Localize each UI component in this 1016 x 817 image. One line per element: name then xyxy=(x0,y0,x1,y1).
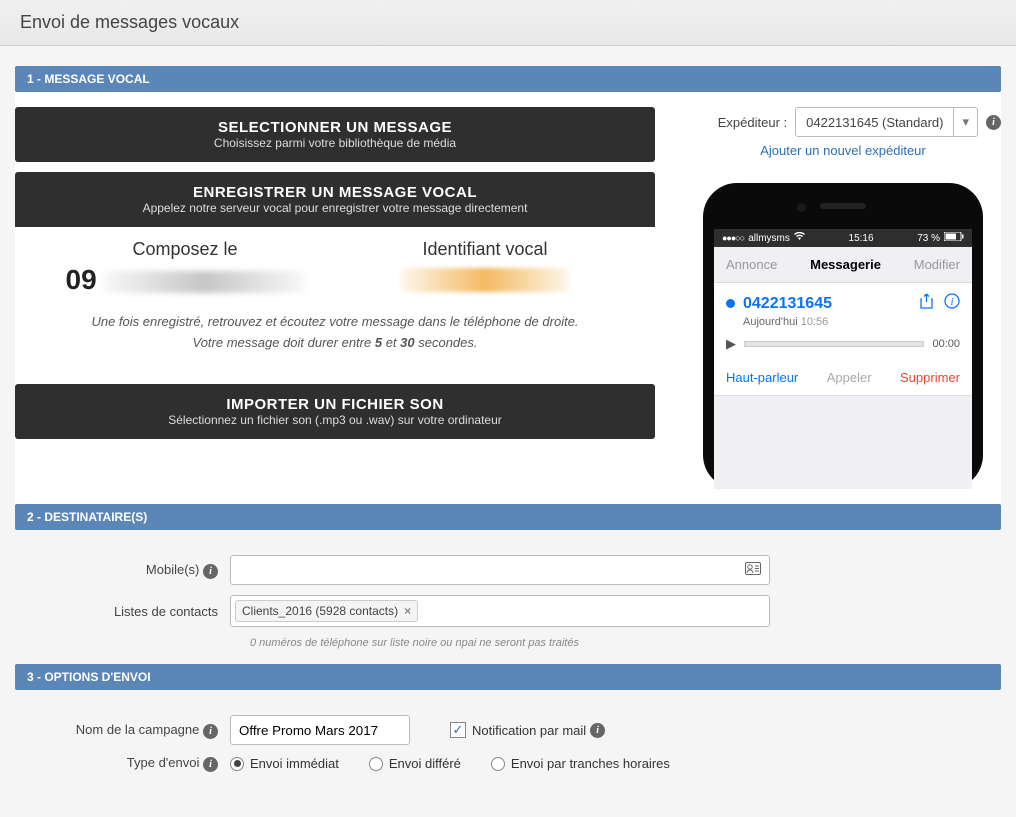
sender-select[interactable]: 0422131645 (Standard) ▾ xyxy=(795,107,978,137)
tab-modifier[interactable]: Modifier xyxy=(914,257,960,272)
info-icon[interactable]: i xyxy=(590,723,605,738)
unread-dot-icon xyxy=(726,299,735,308)
carrier-name: allmysms xyxy=(748,233,790,244)
voicemail-time: 10:56 xyxy=(801,316,829,328)
info-icon[interactable]: i xyxy=(203,757,218,772)
section-1-header: 1 - MESSAGE VOCAL xyxy=(15,66,1001,92)
mobiles-input-wrap xyxy=(230,555,770,585)
info-icon[interactable]: i xyxy=(986,115,1001,130)
section-2-header: 2 - DESTINATAIRE(S) xyxy=(15,504,1001,530)
mobiles-label: Mobile(s) xyxy=(146,562,199,577)
campaign-label: Nom de la campagne xyxy=(76,722,200,737)
add-sender-link[interactable]: Ajouter un nouvel expéditeur xyxy=(685,143,1001,158)
record-note: Une fois enregistré, retrouvez et écoute… xyxy=(15,312,655,354)
lists-label: Listes de contacts xyxy=(114,604,218,619)
record-message-sub: Appelez notre serveur vocal pour enregis… xyxy=(27,201,643,215)
tab-annonce[interactable]: Annonce xyxy=(726,257,777,272)
campaign-name-input[interactable] xyxy=(230,715,410,745)
phone-mockup: ●●●○○ allmysms 15:16 73 % xyxy=(703,183,983,489)
speaker-button[interactable]: Haut-parleur xyxy=(726,370,798,385)
wifi-icon xyxy=(794,232,805,244)
share-icon[interactable] xyxy=(919,293,934,314)
voicemail-actions: Haut-parleur Appeler Supprimer xyxy=(714,360,972,396)
phone-nav: Annonce Messagerie Modifier xyxy=(714,247,972,283)
progress-bar[interactable] xyxy=(744,341,924,347)
redacted-number xyxy=(104,271,304,293)
sender-label: Expéditeur : xyxy=(718,115,787,130)
record-message-header: ENREGISTRER UN MESSAGE VOCAL Appelez not… xyxy=(15,172,655,227)
record-panel: ENREGISTRER UN MESSAGE VOCAL Appelez not… xyxy=(15,172,655,374)
contact-lists-input[interactable]: Clients_2016 (5928 contacts) × xyxy=(230,595,770,627)
radio-icon xyxy=(369,757,383,771)
battery-percent: 73 % xyxy=(917,233,940,244)
send-type-label: Type d'envoi xyxy=(127,755,200,770)
page-title: Envoi de messages vocaux xyxy=(20,12,996,33)
import-sound-title: IMPORTER UN FICHIER SON xyxy=(27,396,643,413)
radio-delayed[interactable]: Envoi différé xyxy=(369,756,461,771)
info-circle-icon[interactable]: i xyxy=(944,293,960,314)
sender-value: 0422131645 (Standard) xyxy=(796,115,953,130)
import-sound-button[interactable]: IMPORTER UN FICHIER SON Sélectionnez un … xyxy=(15,384,655,439)
select-message-button[interactable]: SELECTIONNER UN MESSAGE Choisissez parmi… xyxy=(15,107,655,162)
svg-text:i: i xyxy=(950,296,953,308)
select-message-sub: Choisissez parmi votre bibliothèque de m… xyxy=(27,136,643,150)
radio-immediate[interactable]: Envoi immédiat xyxy=(230,756,339,771)
info-icon[interactable]: i xyxy=(203,564,218,579)
chip-label: Clients_2016 (5928 contacts) xyxy=(242,604,398,618)
delete-button[interactable]: Supprimer xyxy=(900,370,960,385)
phone-statusbar: ●●●○○ allmysms 15:16 73 % xyxy=(714,229,972,247)
play-icon[interactable]: ▶ xyxy=(726,336,736,352)
radio-icon xyxy=(491,757,505,771)
section-3-header: 3 - OPTIONS D'ENVOI xyxy=(15,664,1001,690)
redacted-vocal-id xyxy=(400,268,570,292)
vocal-id-label: Identifiant vocal xyxy=(335,239,635,260)
page-header: Envoi de messages vocaux xyxy=(0,0,1016,46)
notification-checkbox[interactable]: ✓ xyxy=(450,722,466,738)
tab-messagerie[interactable]: Messagerie xyxy=(810,257,881,272)
voicemail-item[interactable]: 0422131645 i xyxy=(714,283,972,360)
select-message-title: SELECTIONNER UN MESSAGE xyxy=(27,119,643,136)
battery-icon xyxy=(944,232,964,244)
voicemail-date: Aujourd'hui xyxy=(743,316,798,328)
call-button[interactable]: Appeler xyxy=(827,370,872,385)
chevron-down-icon[interactable]: ▾ xyxy=(953,108,977,136)
radio-icon xyxy=(230,757,244,771)
record-message-title: ENREGISTRER UN MESSAGE VOCAL xyxy=(27,184,643,201)
contact-list-chip: Clients_2016 (5928 contacts) × xyxy=(235,600,418,622)
status-time: 15:16 xyxy=(849,233,874,244)
contacts-icon[interactable] xyxy=(737,562,769,578)
radio-timeslots[interactable]: Envoi par tranches horaires xyxy=(491,756,670,771)
info-icon[interactable]: i xyxy=(203,724,218,739)
import-sound-sub: Sélectionnez un fichier son (.mp3 ou .wa… xyxy=(27,413,643,427)
compose-number: 09 xyxy=(35,264,335,296)
notification-label: Notification par mail xyxy=(472,723,586,738)
voicemail-number: 0422131645 xyxy=(743,295,911,313)
signal-icon: ●●●○○ xyxy=(722,233,744,244)
mobiles-input[interactable] xyxy=(231,563,737,578)
duration: 00:00 xyxy=(932,338,960,350)
compose-label: Composez le xyxy=(35,239,335,260)
chip-remove-icon[interactable]: × xyxy=(404,604,411,618)
blacklist-hint: 0 numéros de téléphone sur liste noire o… xyxy=(250,637,1001,649)
